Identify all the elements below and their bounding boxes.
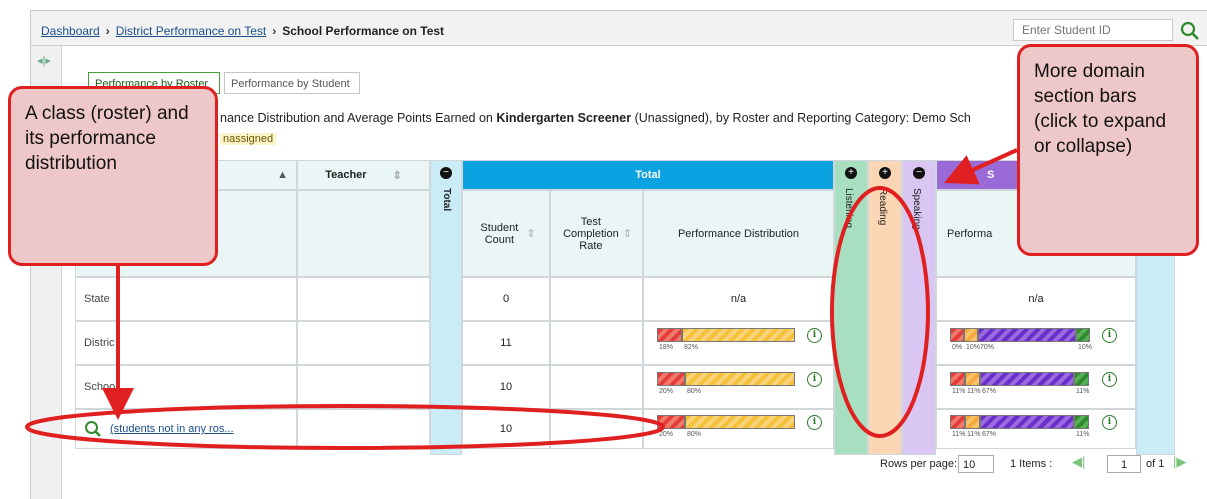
annotation-overlay xyxy=(25,148,1018,450)
domain-bars-highlight xyxy=(830,186,930,438)
arrow-to-domain-bars xyxy=(944,148,1018,185)
roster-row-highlight xyxy=(25,404,665,450)
